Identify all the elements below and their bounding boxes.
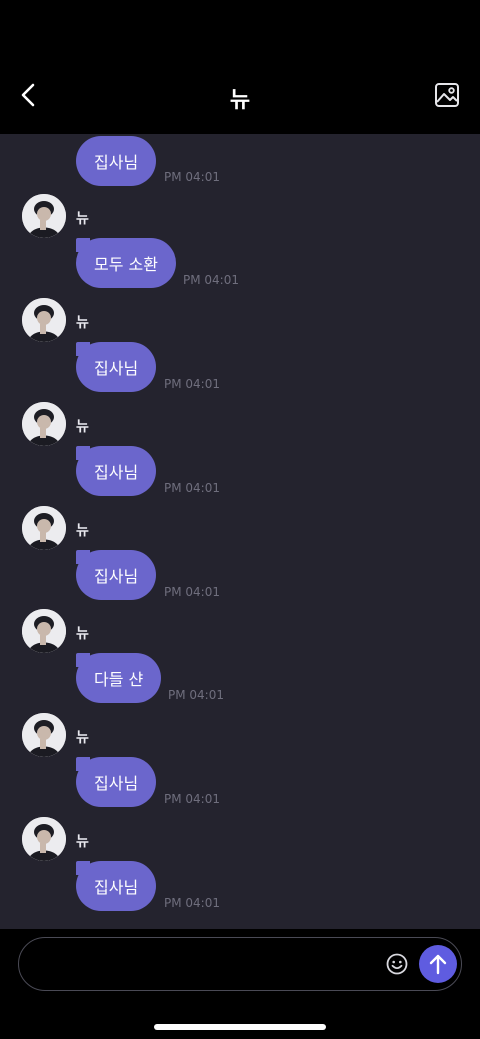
- avatar-photo-icon: [22, 298, 66, 342]
- avatar-photo-icon: [22, 194, 66, 238]
- sender-name: 뉴: [76, 626, 89, 642]
- avatar[interactable]: [22, 506, 66, 550]
- gallery-button[interactable]: [432, 80, 462, 110]
- message-time: PM 04:01: [164, 585, 220, 599]
- message-bubble: 집사님: [76, 757, 157, 807]
- arrow-up-icon: [429, 954, 447, 975]
- message-input[interactable]: [41, 938, 385, 992]
- message-time: PM 04:01: [164, 170, 220, 184]
- message-time: PM 04:01: [164, 896, 220, 910]
- avatar[interactable]: [22, 817, 66, 861]
- avatar-photo-icon: [22, 506, 66, 550]
- avatar-photo-icon: [22, 402, 66, 446]
- sender-name: 뉴: [76, 315, 89, 331]
- emoji-button[interactable]: [385, 952, 409, 976]
- avatar[interactable]: [22, 194, 66, 238]
- home-indicator: [154, 1024, 326, 1030]
- chat-title: 뉴: [229, 88, 251, 113]
- sender-name: 뉴: [76, 834, 89, 850]
- message-time: PM 04:01: [183, 273, 239, 287]
- message-bubble: 집사님: [76, 550, 157, 600]
- avatar[interactable]: [22, 609, 66, 653]
- message-time: PM 04:01: [168, 688, 224, 702]
- message-bubble: 집사님: [76, 342, 157, 392]
- smiley-icon: [386, 953, 408, 975]
- avatar-photo-icon: [22, 817, 66, 861]
- message-time: PM 04:01: [164, 377, 220, 391]
- message-bubble: 집사님: [76, 861, 157, 911]
- avatar-photo-icon: [22, 713, 66, 757]
- message-time: PM 04:01: [164, 792, 220, 806]
- chat-area[interactable]: 집사님 PM 04:01 뉴 모두 소환 PM 04:01 뉴 집사님 PM 0…: [0, 134, 480, 929]
- message-time: PM 04:01: [164, 481, 220, 495]
- message-bubble: 집사님: [76, 136, 157, 186]
- image-icon: [435, 83, 459, 107]
- message-bubble: 다들 샨: [76, 653, 162, 703]
- avatar[interactable]: [22, 402, 66, 446]
- avatar[interactable]: [22, 713, 66, 757]
- send-button[interactable]: [419, 945, 457, 983]
- sender-name: 뉴: [76, 730, 89, 746]
- message-bubble: 집사님: [76, 446, 157, 496]
- avatar[interactable]: [22, 298, 66, 342]
- message-composer: [18, 937, 462, 992]
- sender-name: 뉴: [76, 419, 89, 435]
- top-bar: 뉴: [0, 0, 480, 134]
- avatar-photo-icon: [22, 609, 66, 653]
- sender-name: 뉴: [76, 211, 89, 227]
- message-bubble: 모두 소환: [76, 238, 176, 288]
- sender-name: 뉴: [76, 523, 89, 539]
